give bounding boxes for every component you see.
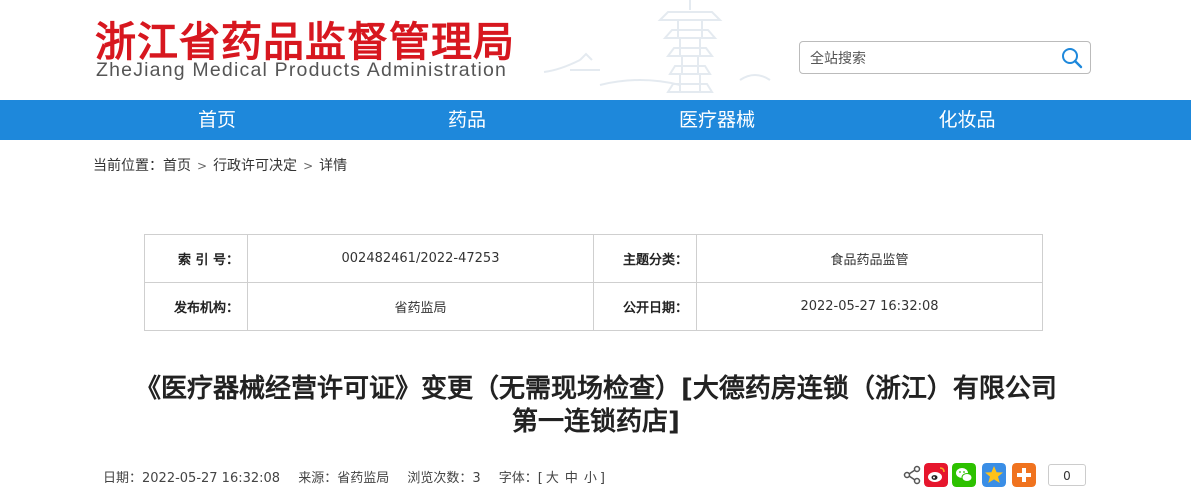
org-label: 发布机构： bbox=[144, 282, 248, 331]
info-table: 索 引 号： 002482461/2022-47253 主题分类： 食品药品监管… bbox=[144, 234, 1043, 331]
publish-date: 日期：2022-05-27 16:32:08 bbox=[103, 471, 281, 486]
table-row: 索 引 号： 002482461/2022-47253 主题分类： 食品药品监管 bbox=[144, 234, 1043, 283]
article-meta: 日期：2022-05-27 16:32:08 来源：省药监局 浏览次数：3 字体… bbox=[103, 467, 619, 486]
breadcrumb: 当前位置：首页 > 行政许可决定 > 详情 bbox=[93, 155, 347, 175]
breadcrumb-separator: > bbox=[303, 159, 314, 173]
breadcrumb-admin-license[interactable]: 行政许可决定 bbox=[213, 158, 297, 174]
weibo-icon[interactable] bbox=[924, 463, 948, 487]
site-header: 浙江省药品监督管理局 ZheJiang Medical Products Adm… bbox=[0, 0, 1191, 100]
nav-item-medical-devices[interactable]: 医疗器械 bbox=[637, 100, 797, 140]
font-size-end: ] bbox=[599, 471, 605, 486]
search-input[interactable] bbox=[808, 47, 1052, 71]
index-label: 索 引 号： bbox=[144, 234, 248, 283]
date-label: 公开日期： bbox=[593, 282, 697, 331]
view-count: 浏览次数：3 bbox=[407, 471, 481, 486]
search-box bbox=[799, 41, 1091, 74]
index-value: 002482461/2022-47253 bbox=[247, 234, 594, 283]
article-title: 《医疗器械经营许可证》变更（无需现场检查）[大德药房连锁（浙江）有限公司 第一连… bbox=[96, 373, 1096, 439]
nav-item-drugs[interactable]: 药品 bbox=[387, 100, 547, 140]
share-count: 0 bbox=[1048, 464, 1086, 486]
search-icon[interactable] bbox=[1060, 46, 1084, 70]
breadcrumb-home[interactable]: 首页 bbox=[163, 158, 191, 174]
org-value: 省药监局 bbox=[247, 282, 594, 331]
topic-value: 食品药品监管 bbox=[696, 234, 1043, 283]
topic-label: 主题分类： bbox=[593, 234, 697, 283]
date-value: 2022-05-27 16:32:08 bbox=[696, 282, 1043, 331]
pagoda-watermark bbox=[543, 0, 771, 93]
wechat-icon[interactable] bbox=[952, 463, 976, 487]
font-small-link[interactable]: 小 bbox=[584, 471, 597, 486]
article-source: 来源：省药监局 bbox=[298, 471, 390, 486]
font-medium-link[interactable]: 中 bbox=[565, 471, 578, 486]
article-title-line2: 第一连锁药店] bbox=[512, 407, 680, 437]
site-logo-en[interactable]: ZheJiang Medical Products Administration bbox=[96, 59, 507, 82]
breadcrumb-separator: > bbox=[197, 159, 208, 173]
more-share-icon[interactable] bbox=[1012, 463, 1036, 487]
breadcrumb-current: 详情 bbox=[319, 158, 348, 174]
qzone-icon[interactable] bbox=[982, 463, 1006, 487]
font-large-link[interactable]: 大 bbox=[546, 471, 559, 486]
article-title-line1: 《医疗器械经营许可证》变更（无需现场检查）[大德药房连锁（浙江）有限公司 bbox=[135, 374, 1057, 404]
nav-item-cosmetics[interactable]: 化妆品 bbox=[887, 100, 1047, 140]
font-size-control: 字体：[大中小] bbox=[499, 471, 605, 486]
breadcrumb-prefix: 当前位置： bbox=[93, 158, 163, 174]
main-nav: 首页 药品 医疗器械 化妆品 bbox=[0, 100, 1191, 140]
share-icon[interactable] bbox=[900, 463, 924, 487]
font-size-label: 字体：[ bbox=[498, 471, 543, 486]
nav-item-home[interactable]: 首页 bbox=[137, 100, 297, 140]
table-row: 发布机构： 省药监局 公开日期： 2022-05-27 16:32:08 bbox=[144, 282, 1043, 331]
